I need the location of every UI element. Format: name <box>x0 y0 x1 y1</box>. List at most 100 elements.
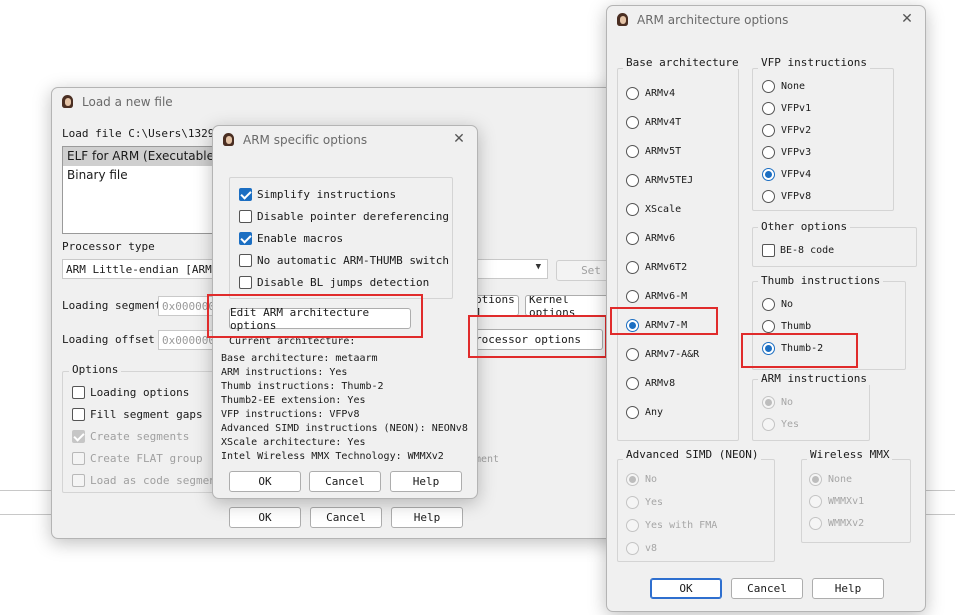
checkbox[interactable] <box>72 408 85 421</box>
radio-label: No <box>781 299 794 310</box>
load-file-title: Load a new file <box>82 95 173 109</box>
base-arch-armv5t[interactable]: ARMv5T <box>626 145 681 158</box>
arm-instr-no: No <box>762 396 793 409</box>
vfp-vfpv2[interactable]: VFPv2 <box>762 124 811 137</box>
loading-offset-field[interactable]: 0x000000 <box>158 330 212 350</box>
loading-segment-field[interactable]: 0x000000 <box>158 296 212 316</box>
radio-label: No <box>645 474 658 485</box>
radio[interactable] <box>626 174 639 187</box>
radio[interactable] <box>626 87 639 100</box>
close-icon[interactable]: ✕ <box>451 131 467 147</box>
option-enable-macros[interactable]: Enable macros <box>239 232 343 245</box>
arch-cancel-button[interactable]: Cancel <box>731 578 803 599</box>
arm-specific-help-button[interactable]: Help <box>390 471 462 492</box>
file-type-list[interactable]: ELF for ARM (Executable) Binary file <box>62 146 232 234</box>
radio[interactable] <box>626 348 639 361</box>
radio[interactable] <box>626 377 639 390</box>
simd-yes-fma: Yes with FMA <box>626 519 717 532</box>
base-arch-armv8[interactable]: ARMv8 <box>626 377 675 390</box>
radio-label: No <box>781 397 794 408</box>
option-label: No automatic ARM-THUMB switch <box>257 254 450 267</box>
vfp-none[interactable]: None <box>762 80 805 93</box>
base-arch-armv5tej[interactable]: ARMv5TEJ <box>626 174 693 187</box>
option-no-auto-arm-thumb-switch[interactable]: No automatic ARM-THUMB switch <box>239 254 449 267</box>
radio[interactable] <box>626 232 639 245</box>
load-cancel-button[interactable]: Cancel <box>310 507 382 528</box>
base-arch-armv7-ar[interactable]: ARMv7-A&R <box>626 348 699 361</box>
load-help-button[interactable]: Help <box>391 507 463 528</box>
close-icon[interactable]: ✕ <box>899 11 915 27</box>
kernel-options-button[interactable]: Kernel options <box>525 295 611 316</box>
base-arch-xscale[interactable]: XScale <box>626 203 681 216</box>
vfp-vfpv1[interactable]: VFPv1 <box>762 102 811 115</box>
arch-options-titlebar[interactable]: ARM architecture options ✕ <box>607 6 925 34</box>
radio[interactable] <box>762 102 775 115</box>
thumb-no[interactable]: No <box>762 298 793 311</box>
radio[interactable] <box>626 290 639 303</box>
radio[interactable] <box>762 146 775 159</box>
arm-specific-titlebar[interactable]: ARM specific options ✕ <box>213 126 477 154</box>
radio[interactable] <box>626 406 639 419</box>
arm-instr-yes: Yes <box>762 418 799 431</box>
radio[interactable] <box>626 145 639 158</box>
analysis-options-button[interactable]: ptions 1 <box>473 293 519 319</box>
option-simplify-instructions[interactable]: Simplify instructions <box>239 188 396 201</box>
loading-segment-value: 0x000000 <box>162 299 212 313</box>
radio[interactable] <box>626 203 639 216</box>
vfp-vfpv4[interactable]: VFPv4 <box>762 168 811 181</box>
option-partial-label: ment <box>475 454 500 465</box>
checkbox[interactable] <box>72 386 85 399</box>
radio[interactable] <box>626 116 639 129</box>
checkbox[interactable] <box>239 276 252 289</box>
base-arch-armv6-m[interactable]: ARMv6-M <box>626 290 687 303</box>
checkbox[interactable] <box>239 210 252 223</box>
radio <box>809 495 822 508</box>
vfp-vfpv3[interactable]: VFPv3 <box>762 146 811 159</box>
file-type-item-binary[interactable]: Binary file <box>63 166 232 185</box>
option-fill-segment-gaps[interactable]: Fill segment gaps <box>72 408 203 421</box>
checkbox[interactable] <box>239 232 252 245</box>
thumb-thumb[interactable]: Thumb <box>762 320 811 333</box>
arch-ok-button[interactable]: OK <box>650 578 722 599</box>
radio[interactable] <box>762 124 775 137</box>
load-ok-button[interactable]: OK <box>229 507 301 528</box>
radio-selected[interactable] <box>762 168 775 181</box>
radio-label: ARMv4 <box>645 88 676 99</box>
base-arch-armv6t2[interactable]: ARMv6T2 <box>626 261 687 274</box>
option-label: BE-8 code <box>780 245 835 256</box>
radio[interactable] <box>762 320 775 333</box>
radio[interactable] <box>762 80 775 93</box>
checkbox[interactable] <box>762 244 775 257</box>
wmmx-group-title: Wireless MMX <box>807 448 893 461</box>
option-disable-bl-jumps-detection[interactable]: Disable BL jumps detection <box>239 276 429 289</box>
load-file-titlebar[interactable]: Load a new file <box>52 88 620 116</box>
radio-label: WMMXv1 <box>828 496 865 507</box>
processor-type-select-right[interactable]: ▼ <box>475 259 548 279</box>
radio[interactable] <box>626 261 639 274</box>
file-type-item-elf[interactable]: ELF for ARM (Executable) <box>63 147 232 166</box>
option-be8-code[interactable]: BE-8 code <box>762 244 834 257</box>
arm-specific-cancel-button[interactable]: Cancel <box>309 471 381 492</box>
radio-label: ARMv5TEJ <box>645 175 694 186</box>
radio[interactable] <box>762 190 775 203</box>
arch-help-button[interactable]: Help <box>812 578 884 599</box>
processor-type-label: Processor type <box>62 240 155 253</box>
option-disable-pointer-dereferencing[interactable]: Disable pointer dereferencing <box>239 210 449 223</box>
checkbox <box>72 474 85 487</box>
checkbox[interactable] <box>239 254 252 267</box>
radio[interactable] <box>762 298 775 311</box>
base-arch-any[interactable]: Any <box>626 406 663 419</box>
vfp-vfpv8[interactable]: VFPv8 <box>762 190 811 203</box>
base-arch-armv4t[interactable]: ARMv4T <box>626 116 681 129</box>
option-loading-options[interactable]: Loading options <box>72 386 189 399</box>
checkbox[interactable] <box>239 188 252 201</box>
arm-specific-ok-button[interactable]: OK <box>229 471 301 492</box>
base-arch-armv4[interactable]: ARMv4 <box>626 87 675 100</box>
radio-label: None <box>781 81 806 92</box>
radio-label: XScale <box>645 204 682 215</box>
radio-label: VFPv1 <box>781 103 812 114</box>
processor-type-select[interactable]: ARM Little-endian [ARM] <box>62 259 212 279</box>
base-arch-armv6[interactable]: ARMv6 <box>626 232 675 245</box>
arch-info-line: ARM instructions: Yes <box>221 367 348 378</box>
radio-label: Yes <box>781 419 800 430</box>
